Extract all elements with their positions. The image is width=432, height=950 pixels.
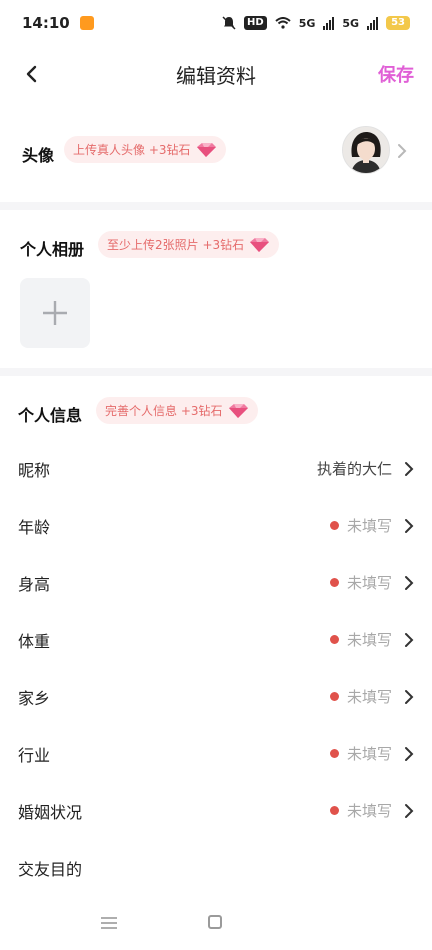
battery-indicator: 53: [386, 16, 410, 30]
status-right: HD 5G 5G 53: [222, 16, 410, 30]
album-section: 个人相册 至少上传2张照片 +3钻石: [0, 214, 432, 362]
info-row-label: 身高: [18, 574, 51, 594]
diamond-icon: [228, 403, 248, 418]
wifi-icon: [275, 17, 291, 29]
bell-off-icon: [222, 16, 236, 30]
diamond-icon: [250, 237, 270, 252]
chevron-right-icon: [398, 144, 407, 158]
network-label-2: 5G: [342, 16, 360, 30]
diamond-icon: [196, 142, 216, 157]
chevron-right-icon: [405, 518, 414, 533]
chevron-right-icon: [405, 803, 414, 818]
nav-bar: 编辑资料 保存: [0, 50, 432, 98]
info-row-label: 家乡: [18, 688, 51, 708]
info-row-nickname[interactable]: 昵称 执着的大仁: [0, 440, 432, 497]
required-dot: [329, 521, 339, 530]
avatar-label: 头像: [22, 146, 55, 165]
avatar-image: [343, 127, 389, 173]
info-row-value: 未填写: [346, 631, 392, 649]
home-square-icon[interactable]: [208, 915, 222, 929]
required-dot: [329, 578, 339, 587]
album-label: 个人相册: [20, 240, 85, 259]
chevron-right-icon: [405, 575, 414, 590]
info-row-hometown[interactable]: 家乡 未填写: [0, 668, 432, 725]
info-row-label: 体重: [18, 631, 51, 651]
back-arrow-icon[interactable]: [22, 64, 42, 84]
info-row-industry[interactable]: 行业 未填写: [0, 725, 432, 782]
page-title: 编辑资料: [176, 63, 256, 88]
info-row-label: 昵称: [18, 460, 51, 480]
info-row-label: 婚姻状况: [18, 802, 83, 822]
info-row-age[interactable]: 年龄 未填写: [0, 497, 432, 554]
info-row-value: 未填写: [346, 574, 392, 592]
info-row-value: 未填写: [346, 802, 392, 820]
chevron-right-icon: [405, 746, 414, 761]
save-button[interactable]: 保存: [378, 61, 414, 87]
avatar-reward-text: 上传真人头像 +3钻石: [73, 143, 191, 157]
info-label: 个人信息: [18, 406, 83, 425]
info-row-value: 未填写: [346, 745, 392, 763]
info-row-label: 行业: [18, 745, 51, 765]
info-row-label: 年龄: [18, 517, 51, 537]
network-label-1: 5G: [298, 16, 316, 30]
required-dot: [329, 806, 339, 815]
chevron-right-icon: [405, 632, 414, 647]
status-time: 14:10: [22, 14, 70, 32]
plus-icon: [43, 301, 67, 325]
info-row-value: 执着的大仁: [316, 460, 392, 478]
menu-icon[interactable]: [100, 916, 118, 930]
required-dot: [329, 635, 339, 644]
info-row-height[interactable]: 身高 未填写: [0, 554, 432, 611]
chevron-right-icon: [405, 689, 414, 704]
app-notification-icon: [79, 16, 94, 30]
album-reward-badge: 至少上传2张照片 +3钻石: [98, 231, 280, 258]
info-header: 个人信息 完善个人信息 +3钻石: [0, 380, 432, 440]
info-reward-badge: 完善个人信息 +3钻石: [96, 397, 258, 424]
chevron-right-icon: [405, 461, 414, 476]
info-reward-text: 完善个人信息 +3钻石: [105, 404, 223, 418]
signal-icon: [367, 16, 379, 30]
info-row-dating-purpose[interactable]: 交友目的: [0, 839, 432, 896]
avatar-reward-badge: 上传真人头像 +3钻石: [64, 136, 226, 163]
system-nav-bar: [0, 896, 432, 950]
album-reward-text: 至少上传2张照片 +3钻石: [107, 238, 245, 252]
info-row-marital-status[interactable]: 婚姻状况 未填写: [0, 782, 432, 839]
info-row-label: 交友目的: [18, 859, 83, 879]
status-bar: 14:10 HD 5G 5G 53: [0, 0, 432, 46]
add-photo-button[interactable]: [20, 278, 90, 348]
required-dot: [329, 692, 339, 701]
section-divider: [0, 368, 432, 376]
section-divider: [0, 202, 432, 210]
info-row-value: 未填写: [346, 517, 392, 535]
hd-badge: HD: [244, 16, 267, 30]
signal-icon: [323, 16, 335, 30]
required-dot: [329, 749, 339, 758]
status-left: 14:10: [22, 14, 94, 32]
avatar-row[interactable]: 头像 上传真人头像 +3钻石: [0, 118, 432, 182]
info-row-value: 未填写: [346, 688, 392, 706]
info-row-weight[interactable]: 体重 未填写: [0, 611, 432, 668]
avatar[interactable]: [342, 126, 390, 174]
